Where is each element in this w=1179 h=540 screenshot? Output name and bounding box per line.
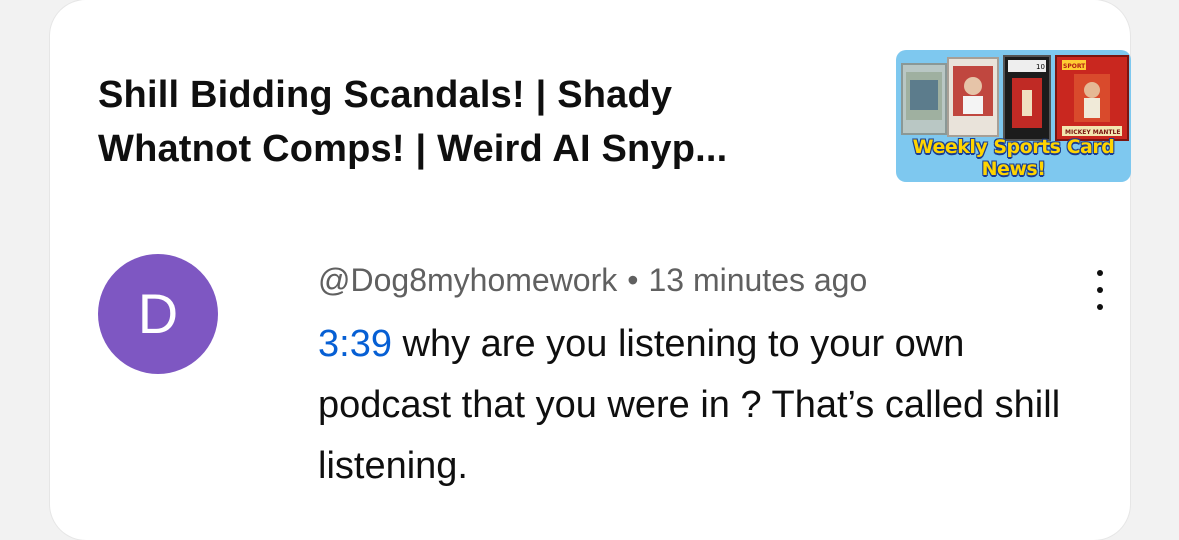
thumbnail-cards-image: 10 SPORT MICKEY MANTLE bbox=[901, 55, 1129, 141]
comment-meta: @Dog8myhomework • 13 minutes ago bbox=[318, 260, 867, 300]
avatar[interactable]: D bbox=[98, 254, 218, 374]
meta-separator: • bbox=[627, 262, 639, 298]
timestamp-link[interactable]: 3:39 bbox=[318, 323, 392, 365]
video-thumbnail[interactable]: 10 SPORT MICKEY MANTLE Weekly Sports Car… bbox=[896, 50, 1131, 182]
slab-grade-label: 10 bbox=[1036, 63, 1045, 71]
video-row[interactable]: Shill Bidding Scandals! | Shady Whatnot … bbox=[98, 50, 1131, 182]
thumbnail-caption: Weekly Sports Card News! bbox=[912, 136, 1115, 180]
sport-magazine-label: SPORT bbox=[1063, 63, 1086, 70]
video-title[interactable]: Shill Bidding Scandals! | Shady Whatnot … bbox=[98, 68, 798, 176]
comment-text: 3:39 why are you listening to your own p… bbox=[318, 314, 1088, 497]
comment-body: why are you listening to your own podcas… bbox=[318, 323, 1061, 487]
mantle-card-label: MICKEY MANTLE bbox=[1065, 129, 1120, 136]
more-vert-icon[interactable] bbox=[1088, 270, 1112, 310]
comment-author[interactable]: @Dog8myhomework bbox=[318, 262, 617, 298]
comment-card: Shill Bidding Scandals! | Shady Whatnot … bbox=[50, 0, 1131, 540]
comment: D @Dog8myhomework • 13 minutes ago 3:39 wh… bbox=[98, 254, 1103, 514]
comment-time: 13 minutes ago bbox=[648, 262, 868, 298]
